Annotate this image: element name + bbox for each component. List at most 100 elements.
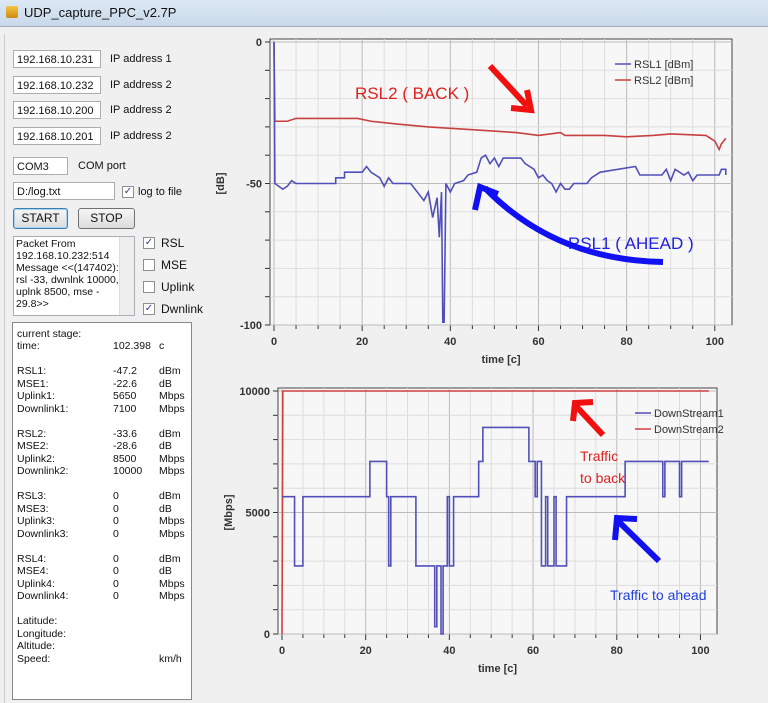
stat-label: RSL4: [17,552,47,565]
ip-address-3-input[interactable]: 192.168.10.200 [13,101,101,119]
stat-unit: km/h [159,652,182,665]
stat-label: RSL1: [17,365,47,377]
rsl-checkbox[interactable]: ✓ [143,237,155,249]
stat-row: Uplink4: 0 Mbps [17,578,187,590]
stat-value: 0 [113,527,119,540]
ip-address-2-input[interactable]: 192.168.10.232 [13,76,101,94]
x-axis-label: time [c] [481,354,520,366]
stat-unit: dBm [159,552,181,565]
annotation-traffic-ahead: Traffic to ahead [610,587,707,603]
log-line: rsl -33, dwnlnk 10000, [16,274,119,286]
rsl-label: RSL [161,236,185,250]
stat-unit: Mbps [159,390,185,402]
packet-log-textbox[interactable]: Packet From 192.168.10.232:514 Message <… [13,236,135,316]
stat-unit: dB [159,502,172,515]
stat-value: 5650 [113,390,137,402]
downstream-chart: 0 20 40 60 80 100 0 5000 10000 time [c] [Mbps] Down… [223,386,724,675]
stat-label: Downlink1: [17,402,69,415]
stat-label: RSL3: [17,490,47,502]
stat-value: 0 [113,552,119,565]
com-port-input[interactable]: COM3 [13,157,68,175]
log-scrollbar[interactable] [119,237,134,315]
status-header: current stage: [17,328,82,340]
stat-value: 0 [113,502,119,515]
stat-value: -33.6 [113,427,137,440]
stat-label: MSE3: [17,502,49,515]
y-tick-label: 0 [264,629,270,641]
title-bar: UDP_capture_PPC_v2.7P [0,0,768,27]
log-line: 192.168.10.232:514 [16,250,110,262]
stat-row: MSE4: 0 dB [17,565,187,577]
y-tick-label: 10000 [239,386,270,398]
x-tick-label: 40 [443,645,455,657]
x-tick-label: 40 [444,336,456,348]
mse-label: MSE [161,258,188,272]
stat-label: Uplink1: [17,390,55,402]
stat-value: 0 [113,590,119,602]
stat-label: MSE1: [17,377,49,390]
x-tick-label: 80 [611,645,623,657]
uplink-label: Uplink [161,280,195,294]
log-to-file-label: log to file [138,186,183,198]
stat-value: 7100 [113,402,137,415]
ip-address-2-label: IP address 2 [110,79,172,91]
stat-label: RSL2: [17,427,47,440]
stat-row: MSE2: -28.6 dB [17,440,187,452]
annotation-rsl2-back: RSL2 ( BACK ) [355,84,469,103]
x-tick-label: 20 [360,645,372,657]
ip-address-1-label: IP address 1 [110,53,172,65]
stat-row: Uplink3: 0 Mbps [17,515,187,527]
log-to-file-checkbox[interactable]: ✓ [122,186,134,198]
stat-unit: Mbps [159,515,185,527]
stop-button[interactable]: STOP [78,208,135,229]
stat-row: MSE1: -22.6 dB [17,378,187,390]
log-line: uplnk 8500, mse - [16,286,100,298]
annotation-traffic-back: to back [580,470,626,486]
downlink-checkbox[interactable]: ✓ [143,303,155,315]
x-tick-label: 80 [620,336,632,348]
uplink-checkbox[interactable] [143,281,155,293]
stat-label: Altitude: [17,640,55,652]
ip-address-1-input[interactable]: 192.168.10.231 [13,50,101,68]
stat-row: RSL3: 0 dBm [17,490,187,502]
ip-address-4-input[interactable]: 192.168.10.201 [13,127,101,145]
stat-unit: Mbps [159,452,185,465]
mse-checkbox[interactable] [143,259,155,271]
stat-value: -47.2 [113,365,137,377]
stat-row: Uplink1: 5650 Mbps [17,390,187,402]
stat-row: Downlink1: 7100 Mbps [17,403,187,415]
stat-value: -28.6 [113,440,137,452]
stat-label: MSE2: [17,440,49,452]
stat-row: RSL4: 0 dBm [17,553,187,565]
start-button[interactable]: START [13,208,68,229]
stat-unit: Mbps [159,402,185,415]
x-tick-label: 100 [706,336,724,348]
com-port-label: COM port [78,160,126,172]
stat-value: 0 [113,577,119,590]
y-tick-label: -100 [240,320,262,332]
legend-entry: RSL1 [dBm] [634,59,693,71]
time-value: 102.398 [113,340,151,352]
stat-unit: Mbps [159,465,185,477]
log-line: 29.8>> [16,298,49,310]
y-axis-label: [Mbps] [223,494,235,530]
legend-entry: DownStream1 [654,408,724,420]
gps-row: Altitude: [17,640,187,652]
stat-unit: dB [159,377,172,390]
stat-unit: Mbps [159,527,185,540]
stat-value: 0 [113,490,119,502]
stat-label: Uplink4: [17,577,55,590]
downlink-label: Dwnlink [161,302,204,316]
x-tick-label: 0 [279,645,285,657]
stat-label: MSE4: [17,565,49,577]
log-file-input[interactable]: D:/log.txt [13,182,115,200]
x-tick-label: 60 [532,336,544,348]
stat-row: MSE3: 0 dB [17,503,187,515]
stat-label: Latitude: [17,615,58,627]
gps-row: Latitude: [17,615,187,627]
annotation-traffic-back: Traffic [580,448,618,464]
log-line: Message <<(147402): [16,262,119,274]
x-axis-label: time [c] [478,663,517,675]
log-line: Packet From [16,238,76,250]
stat-unit: dBm [159,490,181,502]
